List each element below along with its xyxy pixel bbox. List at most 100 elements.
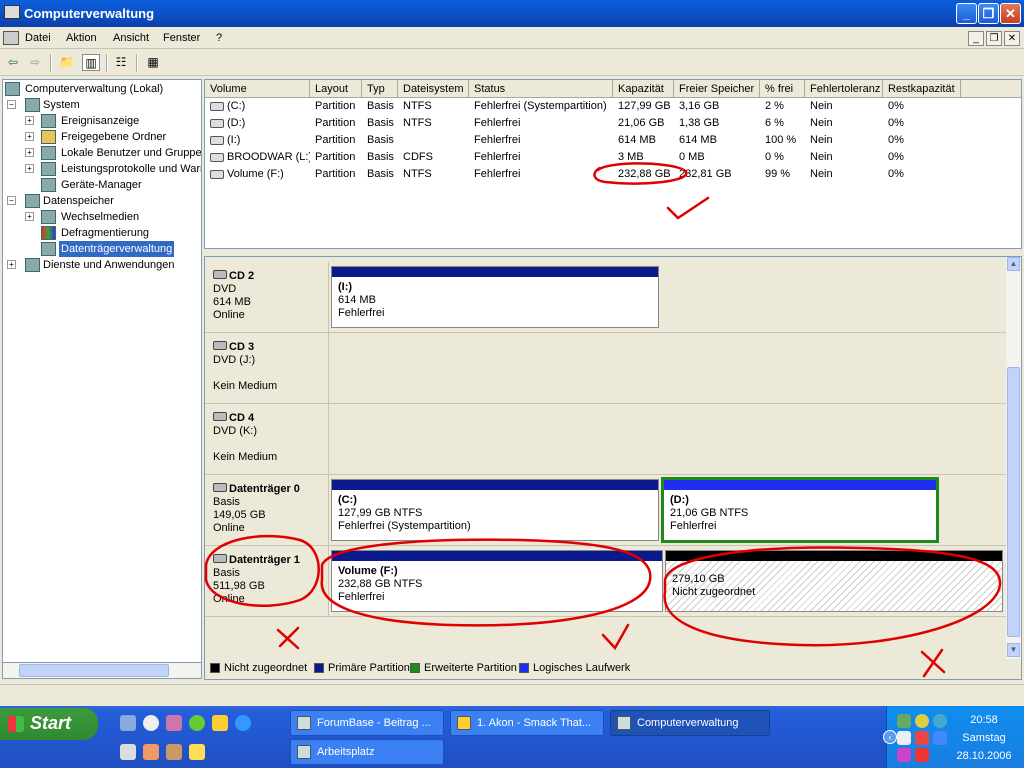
help-icon[interactable]: ▦ [144,54,162,71]
show-hide-tree-icon[interactable]: ▥ [82,54,100,71]
disk-row-1[interactable]: Datenträger 1 Basis 511,98 GB Online Vol… [205,546,1007,617]
column-header-typ[interactable]: Typ [362,80,398,98]
graph-vertical-scrollbar[interactable]: ▲ ▼ [1006,257,1021,659]
disk-row-cd2[interactable]: CD 2 DVD 614 MB Online (I:) 614 MB Fehlerf… [205,262,1007,333]
task-akon[interactable]: 1. Akon - Smack That... [450,710,604,736]
close-button[interactable]: ✕ [1000,3,1021,24]
unallocated-size: 279,10 GB [672,573,725,585]
quicklaunch-app2-icon[interactable] [166,744,182,760]
table-row[interactable]: BROODWAR (L:) Partition Basis CDFS Fehle… [205,149,1021,166]
mmc-icon[interactable] [3,31,19,45]
tray-expand-icon[interactable]: ‹ [883,730,897,744]
quicklaunch-ie-icon[interactable] [235,715,251,731]
up-folder-icon[interactable]: 📁 [58,54,76,71]
quicklaunch-folder-icon[interactable] [189,744,205,760]
clock-day: Samstag [962,732,1006,744]
partition-size: 232,88 GB NTFS [338,578,423,590]
scrollbar-thumb[interactable] [1007,367,1020,637]
disk-info[interactable]: CD 4 DVD (K:) Kein Medium [205,404,329,475]
title-bar[interactable]: Computerverwaltung _ ❐ ✕ [0,0,1024,27]
start-button[interactable]: Start [0,708,98,740]
tray-tool-icon[interactable] [897,748,911,762]
back-arrow-icon[interactable]: ⇦ [4,54,22,71]
quicklaunch-desktop-icon[interactable] [120,715,136,731]
scroll-down-icon[interactable]: ▼ [1007,643,1020,657]
primary-partition-bar [332,551,662,561]
table-row[interactable]: (I:) Partition Basis Fehlerfrei 614 MB 6… [205,132,1021,149]
disk-row-cd4[interactable]: CD 4 DVD (K:) Kein Medium [205,404,1007,475]
volume-list[interactable]: Volume Layout Typ Dateisystem Status Kap… [204,79,1022,249]
quicklaunch-media-icon[interactable] [143,715,159,731]
scroll-up-icon[interactable]: ▲ [1007,257,1020,271]
column-header-fehlertoleranz[interactable]: Fehlertoleranz [805,80,883,98]
quicklaunch-tool-icon[interactable] [120,744,136,760]
tree-horizontal-scrollbar[interactable] [2,662,202,679]
column-header-status[interactable]: Status [469,80,613,98]
column-header-kapazitaet[interactable]: Kapazität [613,80,674,98]
disk-row-0[interactable]: Datenträger 0 Basis 149,05 GB Online (C:… [205,475,1007,546]
expand-icon[interactable]: + [25,132,34,141]
expand-icon[interactable]: + [25,116,34,125]
capacity-cell: 614 MB [618,134,656,146]
table-row[interactable]: (C:) Partition Basis NTFS Fehlerfrei (Sy… [205,98,1021,115]
disk-graphical-view[interactable]: CD 2 DVD 614 MB Online (I:) 614 MB Fehlerf… [204,256,1022,680]
typ-cell: Basis [367,168,394,180]
quicklaunch-app-icon[interactable] [189,715,205,731]
properties-icon[interactable]: ☷ [112,54,130,71]
collapse-icon[interactable]: − [7,196,16,205]
tray-antivirus-icon[interactable] [915,748,929,762]
menu-help[interactable]: ? [216,32,222,44]
partition-f[interactable]: Volume (F:) 232,88 GB NTFS Fehlerfrei [331,550,663,612]
unallocated-space[interactable]: 279,10 GB Nicht zugeordnet [665,550,1003,612]
disk-info[interactable]: CD 2 DVD 614 MB Online [205,262,329,332]
forward-arrow-icon[interactable]: ⇨ [26,54,44,71]
column-header-prozent-frei[interactable]: % frei [760,80,805,98]
table-row[interactable]: (D:) Partition Basis NTFS Fehlerfrei 21,… [205,115,1021,132]
shared-folder-icon [41,130,56,144]
mdi-close-button[interactable]: ✕ [1004,31,1020,46]
quicklaunch-messenger-icon[interactable] [166,715,182,731]
maximize-button[interactable]: ❐ [978,3,999,24]
partition-i[interactable]: (I:) 614 MB Fehlerfrei [331,266,659,328]
tray-security-icon[interactable] [915,731,929,745]
partition-d[interactable]: (D:) 21,06 GB NTFS Fehlerfrei [661,477,939,543]
menu-fenster[interactable]: Fenster [163,32,200,44]
system-icon [25,98,40,112]
disk-row-cd3[interactable]: CD 3 DVD (J:) Kein Medium [205,333,1007,404]
layout-cell: Partition [315,151,356,163]
expand-icon[interactable]: + [25,212,34,221]
menu-aktion[interactable]: Aktion [66,32,97,44]
disk-info[interactable]: Datenträger 1 Basis 511,98 GB Online [205,546,329,617]
task-arbeitsplatz[interactable]: Arbeitsplatz [290,739,444,765]
menu-ansicht[interactable]: Ansicht [113,32,149,44]
menu-datei[interactable]: Datei [25,32,51,44]
quicklaunch-game-icon[interactable] [143,744,159,760]
table-row[interactable]: Volume (F:) Partition Basis NTFS Fehlerf… [205,166,1021,183]
expand-icon[interactable]: + [7,260,16,269]
task-computerverwaltung[interactable]: Computerverwaltung [610,710,770,736]
quicklaunch-winamp-icon[interactable] [212,715,228,731]
minimize-button[interactable]: _ [956,3,977,24]
tray-volume-icon[interactable] [933,731,947,745]
tray-status-icon[interactable] [915,714,929,728]
scrollbar-thumb[interactable] [19,664,169,677]
tray-network-icon[interactable] [897,714,911,728]
expand-icon[interactable]: + [25,148,34,157]
column-header-volume[interactable]: Volume [205,80,310,98]
column-header-restkapazitaet[interactable]: Restkapazität [883,80,961,98]
expand-icon[interactable]: + [25,164,34,173]
column-header-dateisystem[interactable]: Dateisystem [398,80,469,98]
disk-info[interactable]: CD 3 DVD (J:) Kein Medium [205,333,329,404]
partition-c[interactable]: (C:) 127,99 GB NTFS Fehlerfrei (Systempart… [331,479,659,541]
tray-app-icon[interactable] [933,714,947,728]
disk-info[interactable]: Datenträger 0 Basis 149,05 GB Online [205,475,329,546]
collapse-icon[interactable]: − [7,100,16,109]
mdi-minimize-button[interactable]: _ [968,31,984,46]
task-forumbase[interactable]: ForumBase - Beitrag ... [290,710,444,736]
clock[interactable]: 20:58 Samstag 28.10.2006 [949,712,1019,764]
mdi-restore-button[interactable]: ❐ [986,31,1002,46]
column-header-freier-speicher[interactable]: Freier Speicher [674,80,760,98]
column-header-layout[interactable]: Layout [310,80,362,98]
tray-nvidia-icon[interactable] [897,731,911,745]
console-tree[interactable]: Computerverwaltung (Lokal) − System + Er… [2,79,202,679]
